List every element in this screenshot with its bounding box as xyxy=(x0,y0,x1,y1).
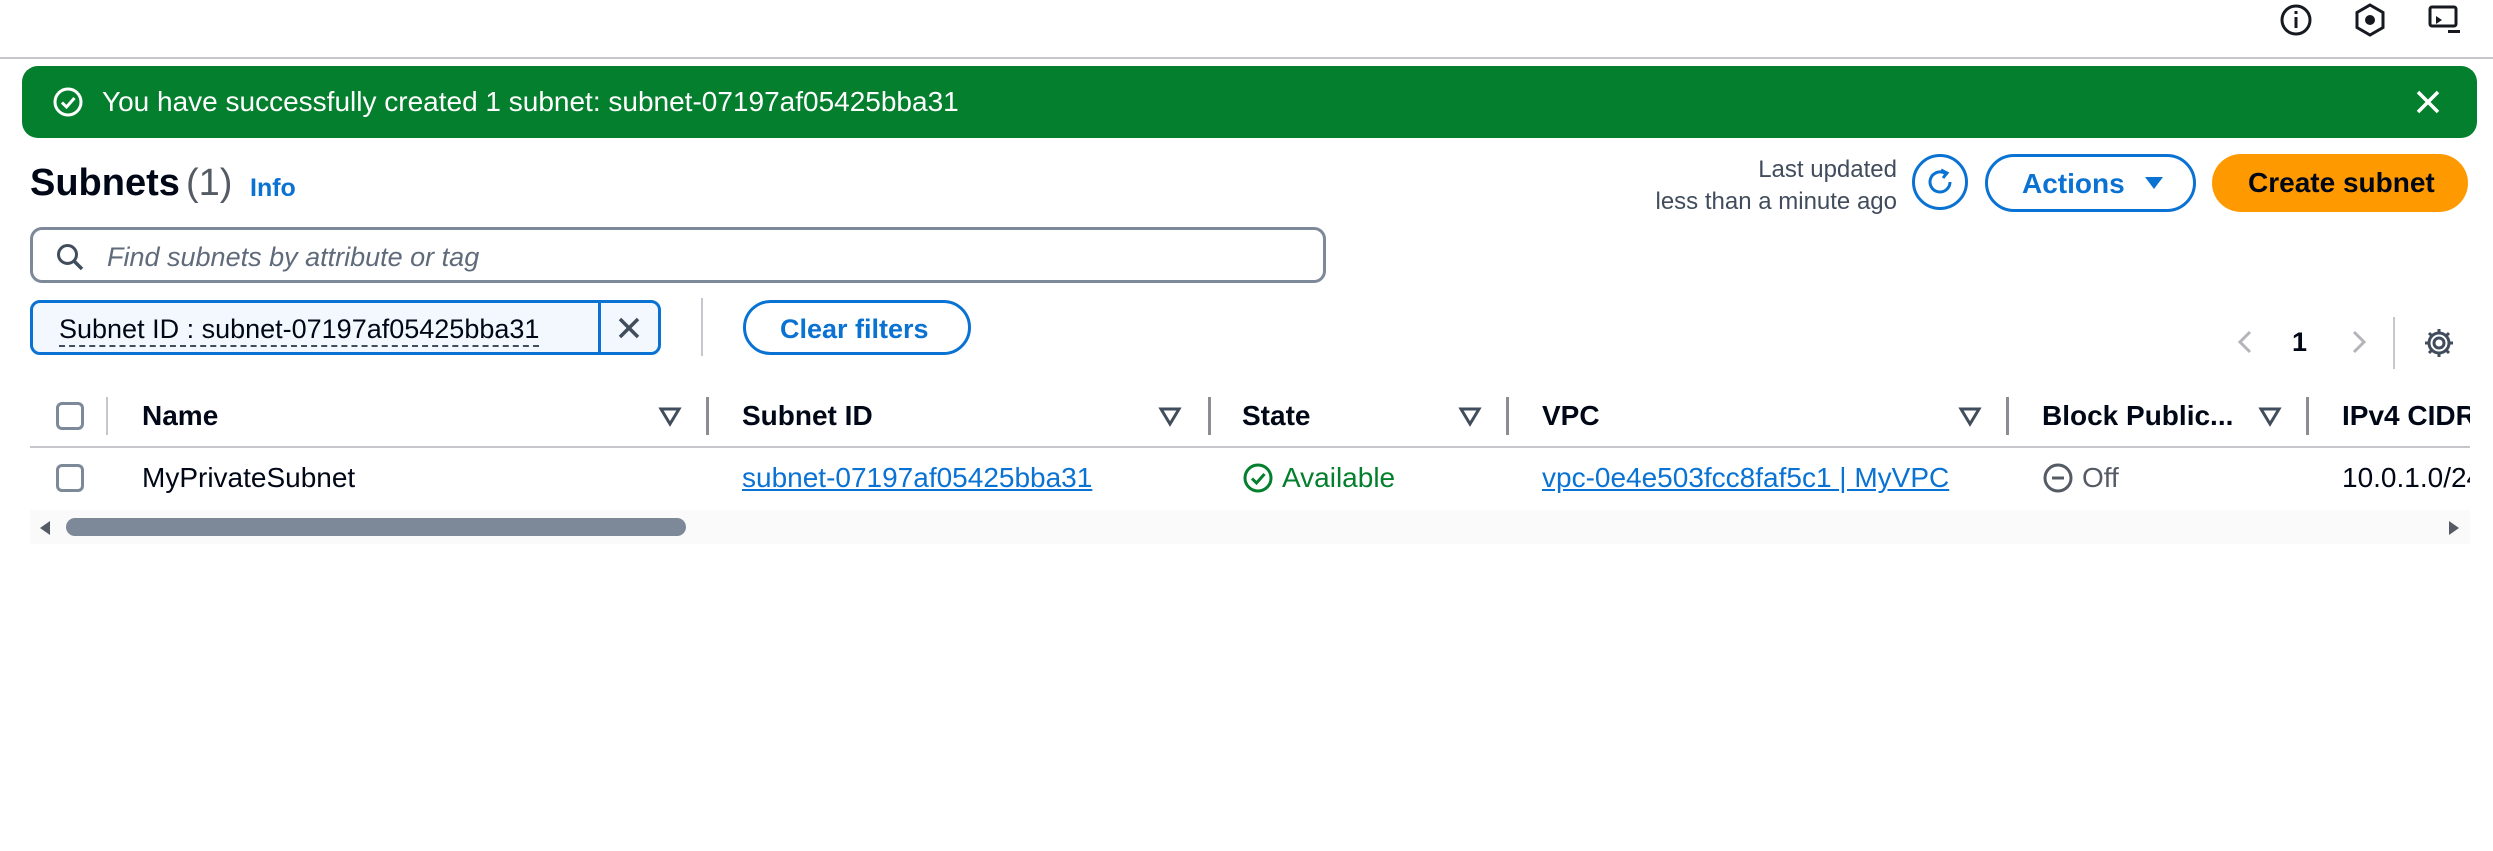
remove-filter-icon[interactable] xyxy=(613,312,645,344)
state-status: Available xyxy=(1282,462,1396,493)
last-updated: Last updated less than a minute ago xyxy=(1656,154,1898,218)
check-circle-icon xyxy=(1242,462,1274,494)
last-updated-value: less than a minute ago xyxy=(1655,188,1898,215)
divider xyxy=(701,298,703,356)
refresh-icon xyxy=(1928,168,1952,194)
previous-page-icon[interactable] xyxy=(2232,328,2260,356)
filter-token-label[interactable]: Subnet ID : subnet-07197af05425bba31 xyxy=(59,313,540,347)
column-header-name[interactable]: Name xyxy=(142,400,218,432)
sort-icon[interactable] xyxy=(1958,404,1982,428)
hexagon-settings-icon[interactable] xyxy=(2352,2,2388,38)
column-resizer[interactable] xyxy=(1208,397,1211,435)
column-divider xyxy=(106,397,108,435)
filter-token-divider xyxy=(598,303,601,352)
sort-icon[interactable] xyxy=(658,404,682,428)
info-link[interactable]: Info xyxy=(250,172,296,204)
scroll-right-icon[interactable] xyxy=(2447,520,2461,536)
scrollbar-thumb[interactable] xyxy=(66,518,686,536)
select-all-checkbox[interactable] xyxy=(56,402,84,430)
actions-button-label: Actions xyxy=(2022,168,2125,199)
subnet-id-link[interactable]: subnet-07197af05425bba31 xyxy=(742,462,1092,494)
refresh-button[interactable] xyxy=(1912,154,1968,210)
next-page-icon[interactable] xyxy=(2344,328,2372,356)
success-flash-banner: You have successfully created 1 subnet: … xyxy=(22,66,2477,138)
ipv4-cidr-clip: 10.0.1.0/24 xyxy=(2342,462,2470,498)
search-icon xyxy=(55,242,85,272)
sort-icon[interactable] xyxy=(1458,404,1482,428)
column-resizer[interactable] xyxy=(1506,397,1509,435)
check-circle-icon xyxy=(52,86,84,118)
filter-token[interactable]: Subnet ID : subnet-07197af05425bba31 xyxy=(30,300,661,355)
last-updated-label: Last updated xyxy=(1758,156,1897,183)
subnet-count: (1) xyxy=(186,162,233,204)
search-input[interactable] xyxy=(105,238,1309,276)
column-header-state[interactable]: State xyxy=(1242,400,1310,432)
pagination-divider xyxy=(2393,317,2395,369)
vpc-link[interactable]: vpc-0e4e503fcc8faf5c1 | MyVPC xyxy=(1542,462,1949,494)
caret-down-icon xyxy=(2145,177,2163,189)
page-number[interactable]: 1 xyxy=(2292,326,2307,358)
actions-button[interactable]: Actions xyxy=(1985,154,2196,212)
top-bar xyxy=(0,0,2493,59)
close-icon[interactable] xyxy=(2410,84,2446,120)
info-circle-icon[interactable] xyxy=(2278,2,2314,38)
column-resizer[interactable] xyxy=(2006,397,2009,435)
column-header-block-public[interactable]: Block Public... xyxy=(2042,400,2233,432)
subnet-name: MyPrivateSubnet xyxy=(142,462,356,493)
sort-icon[interactable] xyxy=(2258,404,2282,428)
settings-icon[interactable] xyxy=(2422,326,2456,360)
column-header-ipv4-cidr[interactable]: IPv4 CIDR xyxy=(2342,400,2470,432)
row-checkbox[interactable] xyxy=(56,464,84,492)
column-header-ipv4-clip: IPv4 CIDR xyxy=(2342,400,2470,440)
clear-filters-label: Clear filters xyxy=(780,314,929,344)
flash-message: You have successfully created 1 subnet: … xyxy=(102,86,959,117)
create-subnet-button[interactable]: Create subnet xyxy=(2212,154,2468,212)
clear-filters-button[interactable]: Clear filters xyxy=(743,300,971,355)
column-resizer[interactable] xyxy=(2306,397,2309,435)
column-header-subnet-id[interactable]: Subnet ID xyxy=(742,400,873,432)
search-field[interactable] xyxy=(30,227,1326,283)
screen-share-icon[interactable] xyxy=(2426,2,2462,38)
create-subnet-label: Create subnet xyxy=(2248,167,2435,198)
scroll-left-icon[interactable] xyxy=(38,520,52,536)
sort-icon[interactable] xyxy=(1158,404,1182,428)
column-resizer[interactable] xyxy=(706,397,709,435)
block-public-status: Off xyxy=(2082,462,2119,493)
page-title: Subnets xyxy=(30,162,180,204)
ipv4-cidr: 10.0.1.0/24 xyxy=(2342,462,2470,493)
column-header-vpc[interactable]: VPC xyxy=(1542,400,1600,432)
table-header-divider xyxy=(30,446,2470,448)
status-off-icon xyxy=(2042,462,2074,494)
